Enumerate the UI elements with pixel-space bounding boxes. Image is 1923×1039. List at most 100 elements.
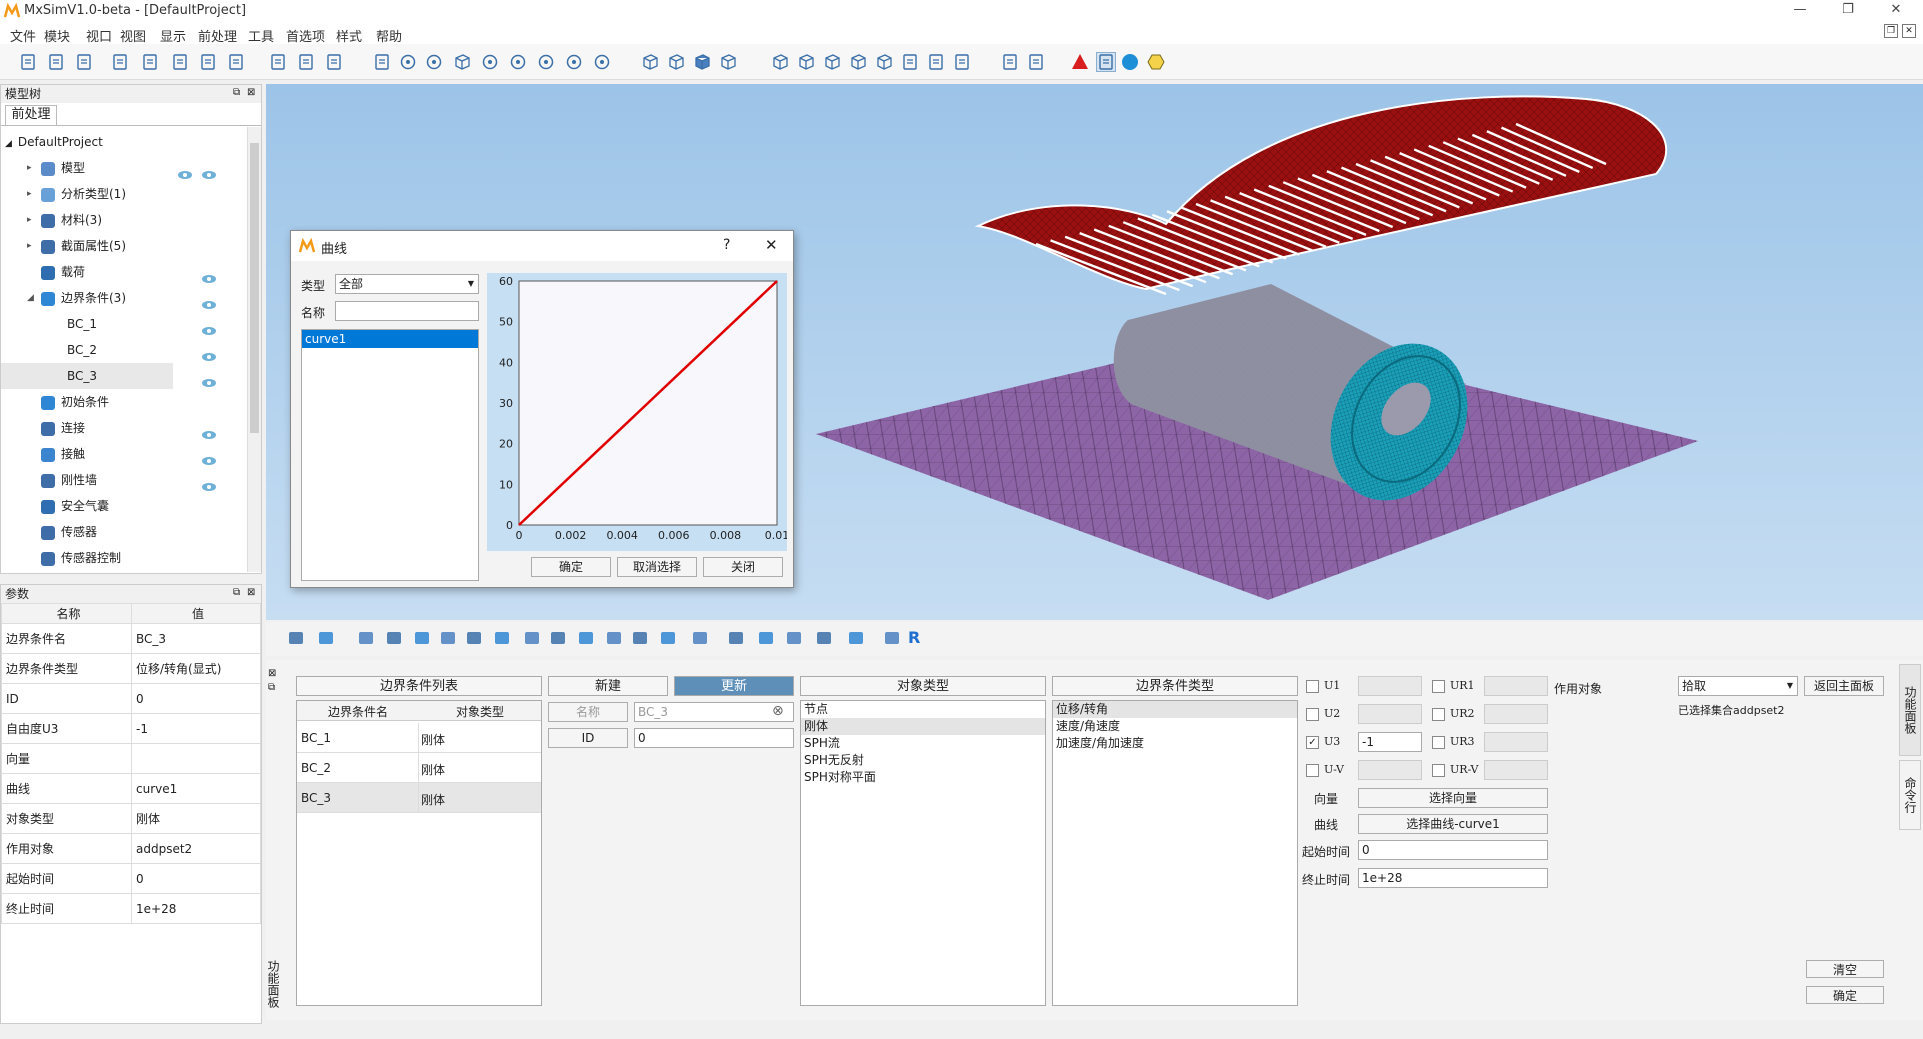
checkbox-u-v[interactable]	[1306, 764, 1319, 777]
module-icon-17[interactable]	[784, 628, 804, 648]
r-icon[interactable]: R	[908, 628, 920, 647]
rotate-x-icon[interactable]	[424, 52, 444, 72]
dialog-close-icon[interactable]: ✕	[765, 236, 778, 254]
tree-item-材料3[interactable]: ▸ 材料(3)	[1, 207, 246, 233]
import-icon[interactable]	[140, 52, 160, 72]
mesh-cube-icon[interactable]	[718, 52, 738, 72]
checkbox-ur2[interactable]	[1432, 708, 1445, 721]
module-icon-2[interactable]	[356, 628, 376, 648]
menu-6[interactable]: 工具	[248, 26, 274, 45]
bc-name-input[interactable]: BC_3	[634, 702, 794, 722]
param-value[interactable]: 0	[131, 863, 261, 894]
param-value[interactable]: 0	[131, 683, 261, 714]
dof-value-input[interactable]	[1484, 676, 1548, 696]
tree-item-bc_2[interactable]: BC_2	[1, 337, 246, 363]
checkbox-u1[interactable]	[1306, 680, 1319, 693]
expand-icon[interactable]: ▸	[27, 207, 32, 233]
eye-icon[interactable]	[201, 345, 217, 371]
open-file-icon[interactable]	[46, 52, 66, 72]
warning-icon[interactable]	[1070, 52, 1090, 72]
dof-value-input[interactable]	[1358, 676, 1422, 696]
menu-1[interactable]: 模块	[44, 26, 70, 45]
module-icon-20[interactable]	[882, 628, 902, 648]
move-icon[interactable]	[324, 52, 344, 72]
param-float-icon[interactable]: ⧉	[233, 587, 240, 598]
bc-type-item[interactable]: 速度/角速度	[1053, 718, 1297, 735]
module-icon-3[interactable]	[384, 628, 404, 648]
close-icon[interactable]: ✕	[1886, 2, 1906, 20]
panel-close-icon[interactable]: ⊠	[268, 668, 276, 679]
close-button[interactable]: 关闭	[703, 557, 783, 577]
fit-icon[interactable]	[372, 52, 392, 72]
save-icon[interactable]	[74, 52, 94, 72]
wire-cube-icon[interactable]	[640, 52, 660, 72]
dialog-help-icon[interactable]: ?	[723, 237, 730, 253]
module-icon-18[interactable]	[814, 628, 834, 648]
pick-select[interactable]: 拾取 ▼	[1678, 676, 1798, 696]
table-row[interactable]: BC_2 刚体	[297, 753, 541, 783]
param-value[interactable]: 1e+28	[131, 893, 261, 924]
rotate-90b-icon[interactable]	[508, 52, 528, 72]
grid-cube-icon[interactable]	[666, 52, 686, 72]
dof-value-input[interactable]	[1358, 704, 1422, 724]
tree-item-初始条件[interactable]: 初始条件	[1, 389, 246, 415]
menu-8[interactable]: 样式	[336, 26, 362, 45]
param-value[interactable]: curve1	[131, 773, 261, 804]
tree-item-bc_3[interactable]: BC_3	[1, 363, 216, 389]
module-icon-8[interactable]	[522, 628, 542, 648]
frame-icon[interactable]	[296, 52, 316, 72]
dock-close-icon[interactable]: ⊠	[247, 87, 255, 98]
mesh-icon[interactable]	[170, 52, 190, 72]
dof-value-input[interactable]	[1358, 760, 1422, 780]
start-time-input[interactable]: 0	[1358, 840, 1548, 860]
dof-value-input[interactable]	[1484, 760, 1548, 780]
tree-item-传感器[interactable]: 传感器	[1, 519, 246, 545]
select-vector-button[interactable]: 选择向量	[1358, 788, 1548, 808]
curve-list-item[interactable]: curve1	[302, 330, 478, 348]
name-input[interactable]	[335, 301, 479, 321]
id-input[interactable]: 0	[634, 728, 794, 748]
obj-type-item[interactable]: SPH对称平面	[801, 769, 1045, 786]
module-icon-9[interactable]	[548, 628, 568, 648]
restore-icon[interactable]: ❐	[1838, 2, 1858, 20]
obj-type-item[interactable]: 刚体	[801, 718, 1045, 735]
module-icon-12[interactable]	[630, 628, 650, 648]
cube-rotate-icon[interactable]	[452, 52, 472, 72]
type-select[interactable]: 全部 ▼	[335, 274, 479, 294]
module-icon-0[interactable]	[286, 628, 306, 648]
param-close-icon[interactable]: ⊠	[247, 587, 255, 598]
tree-item-模型[interactable]: ▸ 模型	[1, 155, 246, 181]
screen-icon[interactable]	[198, 52, 218, 72]
confirm-button[interactable]: 确定	[1806, 986, 1884, 1004]
module-icon-6[interactable]	[464, 628, 484, 648]
tree-scrollbar[interactable]	[247, 127, 261, 572]
view-top-icon[interactable]	[874, 52, 894, 72]
left-vtab[interactable]: 功能面板	[266, 960, 282, 1008]
checkbox-u3[interactable]: ✓	[1306, 736, 1319, 749]
menu-3[interactable]: 视图	[120, 26, 146, 45]
new-button[interactable]: 新建	[548, 676, 668, 696]
menu-0[interactable]: 文件	[10, 26, 36, 45]
tree-item-连接[interactable]: 连接	[1, 415, 246, 441]
tree-item-截面属性5[interactable]: ▸ 截面属性(5)	[1, 233, 246, 259]
expand-icon[interactable]: ▸	[27, 155, 32, 181]
table-row[interactable]: BC_1 刚体	[297, 723, 541, 753]
tab-preprocess[interactable]: 前处理	[5, 105, 57, 125]
obj-type-item[interactable]: SPH无反射	[801, 752, 1045, 769]
windows-icon[interactable]	[1026, 52, 1046, 72]
new-file-icon[interactable]	[18, 52, 38, 72]
expand-icon[interactable]: ▸	[27, 181, 32, 207]
obj-type-item[interactable]: SPH流	[801, 735, 1045, 752]
module-icon-19[interactable]	[846, 628, 866, 648]
select-node-icon[interactable]	[1096, 52, 1116, 72]
module-icon-7[interactable]	[492, 628, 512, 648]
param-value[interactable]: addpset2	[131, 833, 261, 864]
param-value[interactable]: BC_3	[131, 623, 261, 654]
module-icon-15[interactable]	[726, 628, 746, 648]
clear-icon[interactable]: ⊗	[772, 703, 784, 719]
checkbox-ur1[interactable]	[1432, 680, 1445, 693]
checkbox-ur3[interactable]	[1432, 736, 1445, 749]
tree-item-bc_1[interactable]: BC_1	[1, 311, 246, 337]
ok-button[interactable]: 确定	[531, 557, 611, 577]
menu-2[interactable]: 视口	[86, 26, 112, 45]
